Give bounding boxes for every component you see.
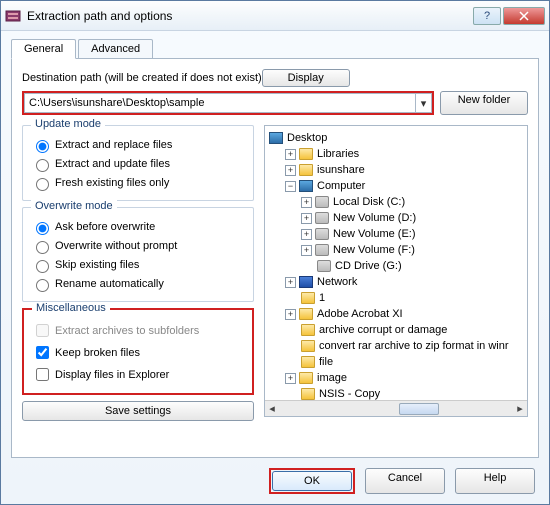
folder-icon: [299, 308, 313, 320]
check-display-explorer[interactable]: Display files in Explorer: [32, 365, 244, 384]
radio-ask-before[interactable]: Ask before overwrite: [31, 219, 245, 235]
tree-desktop[interactable]: Desktop: [267, 130, 525, 146]
update-mode-title: Update mode: [31, 118, 105, 130]
tree-corrupt[interactable]: archive corrupt or damage: [267, 322, 525, 338]
folder-icon: [299, 372, 313, 384]
drive-icon: [315, 228, 329, 240]
folder-icon: [301, 388, 315, 400]
check-keep-broken[interactable]: Keep broken files: [32, 343, 244, 362]
folder-tree[interactable]: Desktop +Libraries +isunshare −Computer …: [264, 125, 528, 417]
tree-local-c[interactable]: +Local Disk (C:): [267, 194, 525, 210]
update-mode-group: Update mode Extract and replace files Ex…: [22, 125, 254, 201]
overwrite-mode-title: Overwrite mode: [31, 200, 117, 212]
expand-icon[interactable]: +: [285, 149, 296, 160]
dialog-window: Extraction path and options ? General Ad…: [0, 0, 550, 505]
horizontal-scrollbar[interactable]: ◂ ▸: [265, 400, 527, 416]
drive-icon: [315, 196, 329, 208]
tree-nsis[interactable]: NSIS - Copy: [267, 386, 525, 400]
help-button[interactable]: Help: [455, 468, 535, 494]
folder-icon: [301, 292, 315, 304]
radio-overwrite-noprompt[interactable]: Overwrite without prompt: [31, 238, 245, 254]
scroll-thumb[interactable]: [399, 403, 439, 415]
misc-group: Miscellaneous Extract archives to subfol…: [24, 310, 252, 393]
app-icon: [5, 8, 21, 24]
tab-panel: Destination path (will be created if doe…: [11, 58, 539, 458]
scroll-left-arrow[interactable]: ◂: [265, 402, 279, 416]
tab-strip: General Advanced: [11, 39, 539, 59]
tree-vol-e[interactable]: +New Volume (E:): [267, 226, 525, 242]
tree-vol-d[interactable]: +New Volume (D:): [267, 210, 525, 226]
path-dropdown-arrow[interactable]: ▾: [416, 93, 432, 113]
tree-convert[interactable]: convert rar archive to zip format in win…: [267, 338, 525, 354]
expand-icon[interactable]: +: [301, 197, 312, 208]
window-title: Extraction path and options: [27, 9, 471, 23]
misc-highlight: Miscellaneous Extract archives to subfol…: [22, 308, 254, 395]
folder-icon: [299, 164, 313, 176]
network-icon: [299, 276, 313, 288]
desktop-icon: [269, 132, 283, 144]
drive-icon: [315, 244, 329, 256]
expand-icon[interactable]: +: [301, 213, 312, 224]
radio-skip-existing[interactable]: Skip existing files: [31, 257, 245, 273]
expand-icon[interactable]: +: [301, 229, 312, 240]
tree-vol-f[interactable]: +New Volume (F:): [267, 242, 525, 258]
tree-1[interactable]: 1: [267, 290, 525, 306]
titlebar: Extraction path and options ?: [1, 1, 549, 31]
tab-general[interactable]: General: [11, 39, 76, 59]
computer-icon: [299, 180, 313, 192]
titlebar-help-button[interactable]: ?: [473, 7, 501, 25]
tree-adobe[interactable]: +Adobe Acrobat XI: [267, 306, 525, 322]
tree-cd-g[interactable]: CD Drive (G:): [267, 258, 525, 274]
tree-network[interactable]: +Network: [267, 274, 525, 290]
expand-icon[interactable]: +: [301, 245, 312, 256]
overwrite-mode-group: Overwrite mode Ask before overwrite Over…: [22, 207, 254, 302]
misc-title: Miscellaneous: [32, 302, 110, 314]
expand-icon[interactable]: +: [285, 165, 296, 176]
svg-text:?: ?: [484, 11, 490, 21]
tree-image[interactable]: +image: [267, 370, 525, 386]
radio-extract-update[interactable]: Extract and update files: [31, 156, 245, 172]
dialog-footer: OK Cancel Help: [269, 468, 535, 494]
tab-advanced[interactable]: Advanced: [78, 39, 153, 59]
folder-icon: [301, 340, 315, 352]
expand-icon[interactable]: +: [285, 277, 296, 288]
save-settings-button[interactable]: Save settings: [22, 401, 254, 421]
close-button[interactable]: [503, 7, 545, 25]
ok-button[interactable]: OK: [272, 471, 352, 491]
radio-fresh-only[interactable]: Fresh existing files only: [31, 175, 245, 191]
new-folder-button[interactable]: New folder: [440, 91, 528, 115]
tree-file[interactable]: file: [267, 354, 525, 370]
tree-isunshare[interactable]: +isunshare: [267, 162, 525, 178]
expand-icon[interactable]: +: [285, 373, 296, 384]
ok-highlight: OK: [269, 468, 355, 494]
destination-path-input[interactable]: [24, 93, 416, 113]
folder-icon: [301, 324, 315, 336]
scroll-right-arrow[interactable]: ▸: [513, 402, 527, 416]
display-button[interactable]: Display: [262, 69, 350, 87]
folder-icon: [301, 356, 315, 368]
collapse-icon[interactable]: −: [285, 181, 296, 192]
radio-extract-replace[interactable]: Extract and replace files: [31, 137, 245, 153]
check-extract-subfolders: Extract archives to subfolders: [32, 321, 244, 340]
tree-libraries[interactable]: +Libraries: [267, 146, 525, 162]
cancel-button[interactable]: Cancel: [365, 468, 445, 494]
drive-icon: [315, 212, 329, 224]
folder-icon: [299, 148, 313, 160]
radio-rename-auto[interactable]: Rename automatically: [31, 276, 245, 292]
tree-computer[interactable]: −Computer: [267, 178, 525, 194]
cd-drive-icon: [317, 260, 331, 272]
path-highlight: ▾: [22, 91, 434, 115]
destination-label: Destination path (will be created if doe…: [22, 72, 262, 84]
expand-icon[interactable]: +: [285, 309, 296, 320]
